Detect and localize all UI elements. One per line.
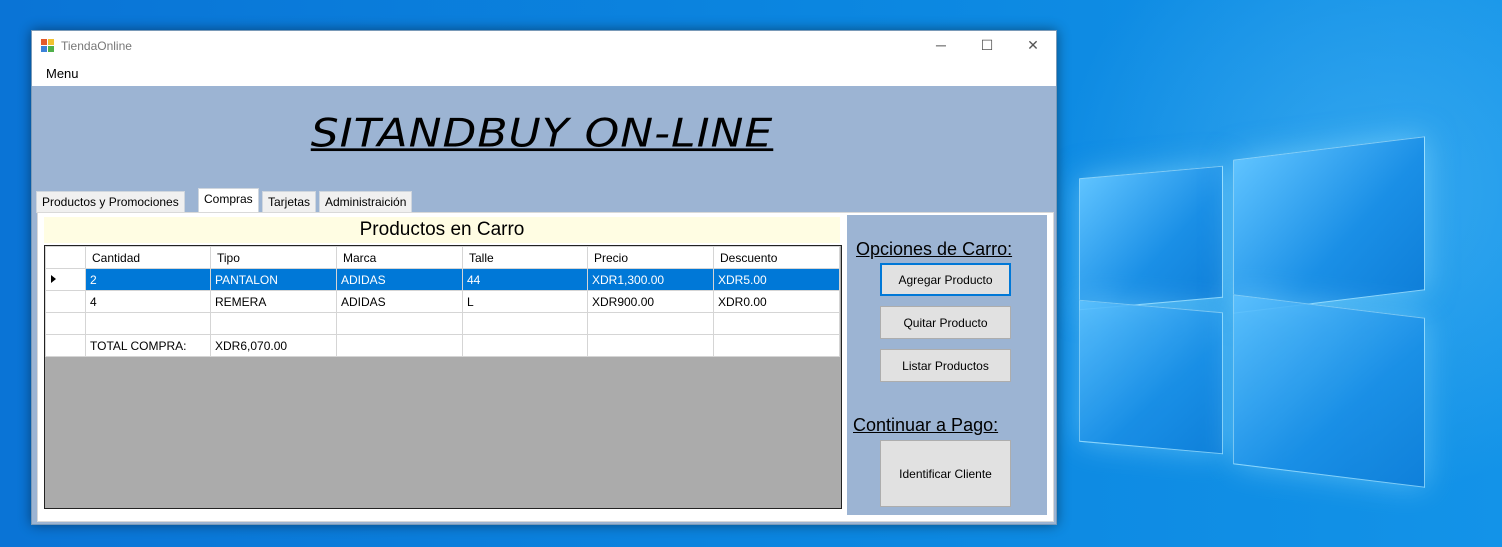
table-cell[interactable] [713, 312, 840, 335]
column-header[interactable]: Precio [587, 246, 714, 269]
table-cell[interactable]: 44 [462, 268, 588, 291]
table-cell[interactable]: XDR5.00 [713, 268, 840, 291]
table-row[interactable]: 4 REMERA ADIDAS L XDR900.00 XDR0.00 [45, 290, 840, 313]
cart-title: Productos en Carro [44, 217, 840, 243]
table-row[interactable]: 2 PANTALON ADIDAS 44 XDR1,300.00 XDR5.00 [45, 268, 840, 291]
menu-item-menu[interactable]: Menu [46, 66, 79, 81]
table-cell[interactable]: 4 [85, 290, 211, 313]
current-row-arrow-icon [51, 275, 56, 283]
cart-options-panel: Opciones de Carro: Agregar Producto Quit… [847, 215, 1047, 515]
row-header-corner [45, 246, 86, 269]
maximize-button[interactable]: ☐ [964, 31, 1010, 61]
compras-tab-page: Productos en Carro Cantidad Tipo Marca T… [37, 212, 1054, 522]
title-bar[interactable]: TiendaOnline ─ ☐ ✕ [32, 31, 1056, 61]
row-header[interactable] [45, 334, 86, 357]
add-product-button[interactable]: Agregar Producto [880, 263, 1011, 296]
cart-options-label: Opciones de Carro: [856, 239, 1013, 259]
column-header[interactable]: Marca [336, 246, 463, 269]
identify-client-button[interactable]: Identificar Cliente [880, 440, 1011, 507]
table-cell[interactable] [210, 312, 337, 335]
windows-logo [1075, 120, 1430, 488]
table-cell[interactable] [336, 312, 463, 335]
table-cell[interactable] [462, 312, 588, 335]
header-row: Cantidad Tipo Marca Talle Precio Descuen… [45, 246, 840, 269]
tab-tarjetas[interactable]: Tarjetas [262, 191, 317, 213]
menu-bar: Menu [32, 61, 1056, 86]
table-row[interactable]: TOTAL COMPRA: XDR6,070.00 [45, 334, 840, 357]
total-value-cell[interactable]: XDR6,070.00 [210, 334, 337, 357]
table-cell[interactable] [713, 334, 840, 357]
row-header[interactable] [45, 312, 86, 335]
table-cell[interactable]: XDR1,300.00 [587, 268, 714, 291]
store-banner: SITANDBUY ON-LINE [310, 110, 774, 157]
app-icon [41, 39, 54, 52]
cart-table: Cantidad Tipo Marca Talle Precio Descuen… [45, 246, 840, 357]
table-row[interactable] [45, 312, 840, 335]
table-cell[interactable]: XDR900.00 [587, 290, 714, 313]
close-button[interactable]: ✕ [1010, 31, 1056, 61]
window-title: TiendaOnline [61, 39, 132, 53]
continue-to-payment-label: Continuar a Pago: [853, 415, 999, 435]
column-header[interactable]: Tipo [210, 246, 337, 269]
remove-product-button[interactable]: Quitar Producto [880, 306, 1011, 339]
client-area: SITANDBUY ON-LINE Productos y Promocione… [32, 86, 1056, 524]
tab-productos-y-promociones[interactable]: Productos y Promociones [36, 191, 185, 213]
column-header[interactable]: Descuento [713, 246, 840, 269]
table-cell[interactable] [587, 312, 714, 335]
tab-administracion[interactable]: Administraición [319, 191, 413, 213]
table-cell[interactable]: REMERA [210, 290, 337, 313]
table-cell[interactable]: ADIDAS [336, 268, 463, 291]
table-cell[interactable]: PANTALON [210, 268, 337, 291]
minimize-button[interactable]: ─ [918, 31, 964, 61]
table-cell[interactable] [85, 312, 211, 335]
table-cell[interactable]: L [462, 290, 588, 313]
tab-compras[interactable]: Compras [198, 188, 259, 213]
table-cell[interactable]: ADIDAS [336, 290, 463, 313]
list-products-button[interactable]: Listar Productos [880, 349, 1011, 382]
table-cell[interactable]: XDR0.00 [713, 290, 840, 313]
table-cell[interactable]: 2 [85, 268, 211, 291]
table-cell[interactable] [462, 334, 588, 357]
app-window: TiendaOnline ─ ☐ ✕ Menu SITANDBUY ON-LIN… [31, 30, 1057, 525]
table-cell[interactable] [336, 334, 463, 357]
cart-grid[interactable]: Cantidad Tipo Marca Talle Precio Descuen… [44, 245, 842, 509]
table-cell[interactable] [587, 334, 714, 357]
column-header[interactable]: Cantidad [85, 246, 211, 269]
column-header[interactable]: Talle [462, 246, 588, 269]
total-label-cell[interactable]: TOTAL COMPRA: [85, 334, 211, 357]
row-header[interactable] [45, 290, 86, 313]
row-header[interactable] [45, 268, 86, 291]
